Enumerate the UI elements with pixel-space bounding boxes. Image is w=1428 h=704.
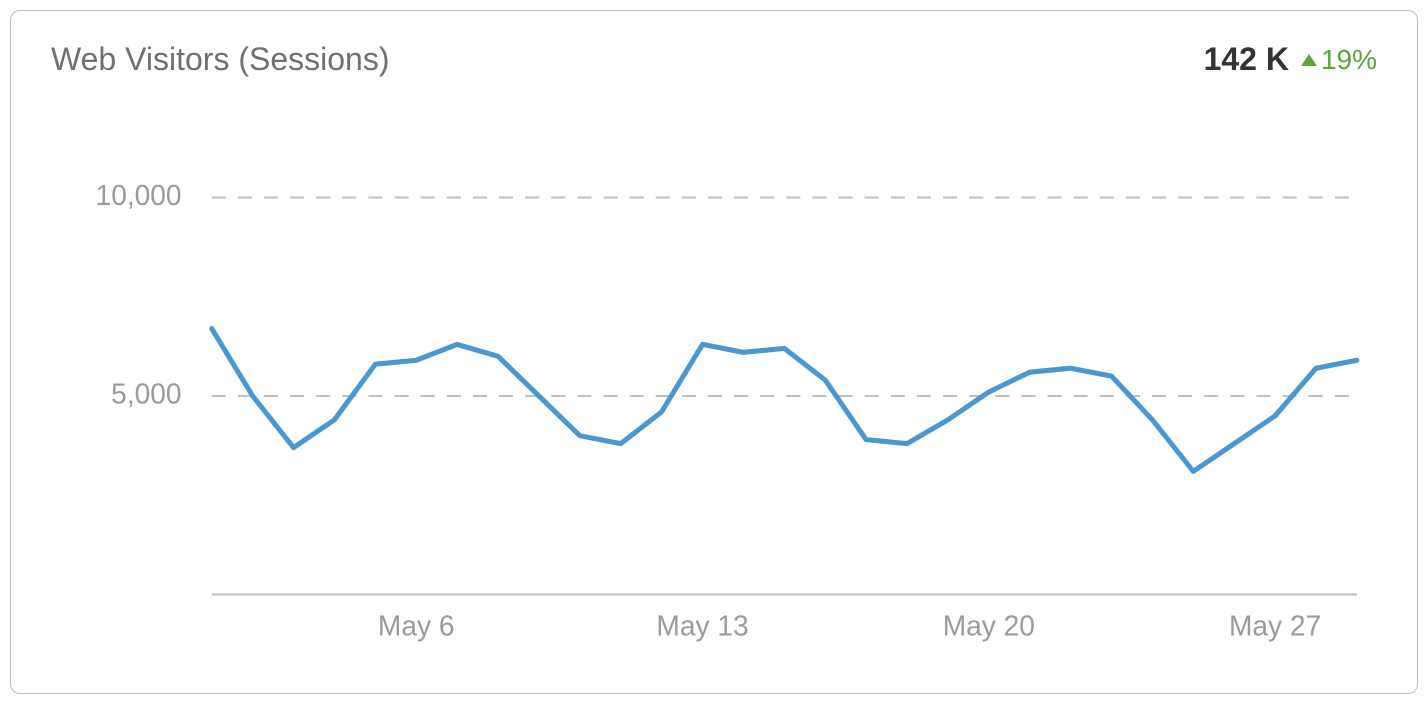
line-chart: 5,000 10,000 May 6 May 13 May 20 May 27 (51, 108, 1377, 676)
y-tick-label: 10,000 (96, 179, 182, 211)
metric-value: 142 K (1204, 41, 1289, 78)
metric-card: Web Visitors (Sessions) 142 K 19% 5,000 1… (10, 10, 1418, 694)
x-tick-label: May 20 (943, 609, 1035, 641)
chart-svg: 5,000 10,000 May 6 May 13 May 20 May 27 (51, 108, 1377, 676)
trend-percent: 19% (1321, 44, 1377, 76)
x-tick-label: May 13 (656, 609, 748, 641)
y-tick-label: 5,000 (111, 377, 181, 409)
trend-indicator: 19% (1301, 44, 1377, 76)
x-tick-label: May 27 (1229, 609, 1321, 641)
caret-up-icon (1301, 54, 1317, 66)
metric-group: 142 K 19% (1204, 41, 1377, 78)
card-header: Web Visitors (Sessions) 142 K 19% (51, 41, 1377, 78)
chart-title: Web Visitors (Sessions) (51, 41, 389, 78)
x-tick-label: May 6 (378, 609, 455, 641)
data-line (212, 329, 1357, 472)
